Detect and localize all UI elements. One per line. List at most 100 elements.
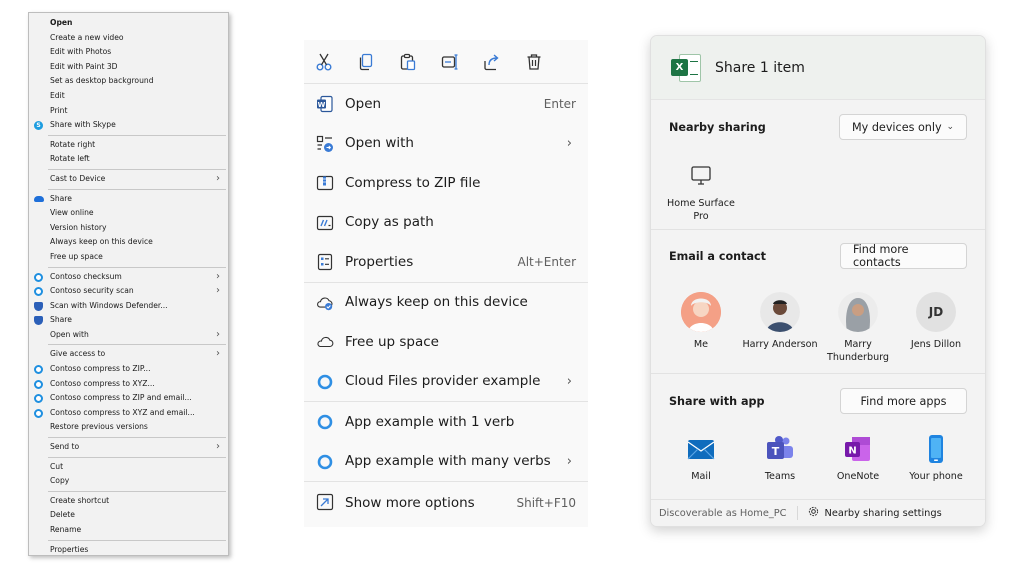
cut-icon[interactable]	[312, 50, 336, 74]
discoverable-label: Discoverable as Home_PC	[659, 507, 787, 519]
legacy-menu-item[interactable]: Open with ›	[29, 328, 228, 343]
copy-icon[interactable]	[354, 50, 378, 74]
legacy-menu-label: Contoso compress to XYZ...	[50, 378, 155, 388]
menu-item-label: Open with	[345, 135, 414, 152]
device-name: Home Surface Pro	[667, 198, 735, 222]
open-with-icon	[316, 135, 334, 153]
app-tile-mail[interactable]: Mail	[662, 434, 740, 483]
menu-separator	[48, 188, 226, 190]
legacy-menu-item[interactable]: Share	[29, 313, 228, 328]
find-more-apps-button[interactable]: Find more apps	[840, 388, 967, 414]
legacy-menu-item[interactable]: S Share with Skype	[29, 118, 228, 133]
legacy-menu-item[interactable]: Rotate right	[29, 138, 228, 153]
legacy-menu-item[interactable]: Version history	[29, 221, 228, 236]
svg-text:W: W	[318, 101, 326, 109]
share-icon[interactable]	[480, 50, 504, 74]
contoso-ring-icon	[34, 408, 43, 418]
contact-tile[interactable]: Harry Anderson	[741, 292, 819, 351]
menu-item-cloud-files-provider[interactable]: Cloud Files provider example ›	[304, 362, 588, 402]
menu-item-always-keep[interactable]: Always keep on this device	[304, 283, 588, 323]
legacy-menu-item[interactable]: Cut	[29, 460, 228, 475]
contact-tile[interactable]: Marry Thunderburg	[819, 292, 897, 364]
legacy-menu-item[interactable]: Contoso compress to ZIP...	[29, 362, 228, 377]
legacy-menu-label: Share with Skype	[50, 120, 116, 130]
delete-icon[interactable]	[522, 50, 546, 74]
legacy-menu-item[interactable]: Edit with Photos	[29, 45, 228, 60]
legacy-menu-item[interactable]: Rotate left	[29, 152, 228, 167]
menu-separator	[48, 490, 226, 492]
menu-item-open-with[interactable]: Open with ›	[304, 124, 588, 164]
legacy-menu-item[interactable]: Create shortcut	[29, 494, 228, 509]
menu-item-copy-as-path[interactable]: Copy as path	[304, 203, 588, 243]
app-tile-teams[interactable]: T Teams	[741, 434, 819, 483]
legacy-menu-item[interactable]: Contoso compress to XYZ and email...	[29, 406, 228, 421]
menu-item-compress-zip[interactable]: Compress to ZIP file	[304, 163, 588, 203]
menu-item-show-more-options[interactable]: Show more options Shift+F10	[304, 482, 588, 523]
legacy-menu-item[interactable]: Restore previous versions	[29, 420, 228, 435]
legacy-menu-item[interactable]: Print	[29, 104, 228, 119]
menu-item-app-many-verbs[interactable]: App example with many verbs ›	[304, 442, 588, 482]
menu-item-app-one-verb[interactable]: App example with 1 verb	[304, 402, 588, 442]
app-name: Your phone	[909, 471, 963, 482]
legacy-context-menu: Open Create a new video Edit with Photos Ed…	[28, 12, 229, 556]
app-tile-onenote[interactable]: N OneNote	[819, 434, 897, 483]
menu-item-free-up-space[interactable]: Free up space	[304, 322, 588, 362]
legacy-menu-item[interactable]: Open	[29, 16, 228, 31]
legacy-menu-item[interactable]: Copy	[29, 474, 228, 489]
legacy-menu-item[interactable]: Send to ›	[29, 440, 228, 455]
legacy-menu-label: Version history	[50, 222, 107, 232]
legacy-menu-item[interactable]: Contoso checksum ›	[29, 270, 228, 285]
chevron-right-icon: ›	[216, 348, 220, 360]
rename-icon[interactable]	[438, 50, 462, 74]
app-name: OneNote	[836, 471, 880, 482]
legacy-menu-item[interactable]: View online	[29, 206, 228, 221]
legacy-menu-label: Share	[50, 193, 72, 203]
contact-tile[interactable]: Me	[662, 292, 740, 351]
legacy-menu-item[interactable]: Cast to Device ›	[29, 172, 228, 187]
chevron-right-icon: ›	[216, 328, 220, 340]
legacy-menu-item[interactable]: Edit	[29, 89, 228, 104]
menu-item-label: Free up space	[345, 333, 439, 350]
menu-item-open[interactable]: W Open Enter	[304, 84, 588, 124]
show-more-icon	[316, 493, 334, 511]
legacy-menu-label: Send to	[50, 442, 80, 452]
nearby-device-tile[interactable]: Home Surface Pro	[662, 161, 740, 223]
chevron-right-icon: ›	[216, 172, 220, 184]
share-title: Share 1 item	[715, 59, 805, 76]
legacy-menu-item[interactable]: Properties	[29, 543, 228, 558]
cloud-sync-icon	[316, 294, 334, 312]
mail-icon	[686, 434, 716, 464]
app-tile-your-phone[interactable]: Your phone	[897, 434, 975, 483]
nearby-sharing-settings-link[interactable]: Nearby sharing settings	[808, 506, 942, 520]
legacy-menu-item[interactable]: Rename	[29, 523, 228, 538]
app-name: Mail	[691, 471, 711, 482]
defender-shield-icon	[34, 301, 43, 311]
legacy-menu-item[interactable]: Create a new video	[29, 31, 228, 46]
nearby-sharing-dropdown[interactable]: My devices only ⌄	[839, 114, 967, 140]
legacy-menu-item[interactable]: Contoso compress to XYZ...	[29, 377, 228, 392]
legacy-menu-item[interactable]: Share	[29, 192, 228, 207]
legacy-menu-item[interactable]: Edit with Paint 3D	[29, 60, 228, 75]
phone-icon	[921, 434, 951, 464]
legacy-menu-item[interactable]: Free up space	[29, 250, 228, 265]
menu-separator	[48, 266, 226, 268]
chevron-right-icon: ›	[216, 285, 220, 297]
legacy-menu-item[interactable]: Contoso security scan ›	[29, 284, 228, 299]
app-ring-icon	[316, 413, 334, 431]
legacy-menu-label: Create shortcut	[50, 495, 110, 505]
legacy-menu-item[interactable]: Contoso compress to ZIP and email...	[29, 391, 228, 406]
provider-ring-icon	[316, 373, 334, 391]
legacy-menu-item[interactable]: Delete	[29, 508, 228, 523]
paste-icon[interactable]	[396, 50, 420, 74]
contact-tile[interactable]: JD Jens Dillon	[897, 292, 975, 351]
excel-file-icon: X	[671, 52, 703, 84]
contact-name: Me	[693, 339, 709, 350]
find-more-contacts-button[interactable]: Find more contacts	[840, 243, 967, 269]
legacy-menu-item[interactable]: Scan with Windows Defender...	[29, 299, 228, 314]
legacy-menu-item[interactable]: Set as desktop background	[29, 74, 228, 89]
legacy-menu-item[interactable]: Give access to ›	[29, 347, 228, 362]
legacy-menu-item[interactable]: Always keep on this device	[29, 235, 228, 250]
share-dialog: X Share 1 item Nearby sharing My devices…	[650, 35, 986, 527]
legacy-menu-label: Edit with Photos	[50, 47, 112, 57]
menu-item-properties[interactable]: Properties Alt+Enter	[304, 242, 588, 282]
